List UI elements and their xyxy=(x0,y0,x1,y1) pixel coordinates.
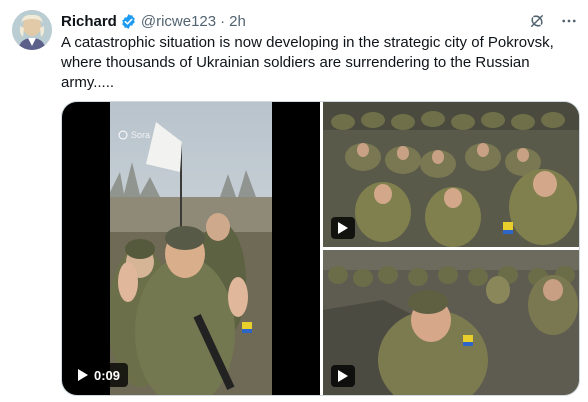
author-name[interactable]: Richard xyxy=(61,13,117,30)
grok-icon[interactable] xyxy=(528,12,546,30)
tweet-text: A catastrophic situation is now developi… xyxy=(61,34,554,91)
media-video-bottom[interactable] xyxy=(323,250,579,395)
video-thumbnail: Sora xyxy=(110,102,272,395)
avatar[interactable] xyxy=(12,10,52,50)
media-video-top[interactable] xyxy=(323,102,579,247)
play-button[interactable] xyxy=(331,217,355,239)
more-icon[interactable] xyxy=(560,12,578,30)
video-player[interactable]: Sora 0:09 xyxy=(62,102,320,395)
separator-dot: · xyxy=(220,12,226,30)
watermark: Sora xyxy=(118,130,150,140)
media-grid: Sora 0:09 xyxy=(61,101,580,396)
play-icon xyxy=(338,370,348,382)
video-duration-badge[interactable]: 0:09 xyxy=(70,363,129,387)
video-duration: 0:09 xyxy=(94,367,121,383)
header-actions xyxy=(528,12,578,30)
verified-badge-icon xyxy=(120,13,137,30)
play-button[interactable] xyxy=(331,365,355,387)
play-icon xyxy=(338,222,348,234)
tweet[interactable]: Richard @ricwe123 · 2h A catastrophic si… xyxy=(0,0,588,402)
timestamp[interactable]: 2h xyxy=(229,13,246,30)
watermark-label: Sora xyxy=(131,130,151,140)
play-icon xyxy=(78,369,88,381)
tweet-header: Richard @ricwe123 · 2h xyxy=(61,10,578,32)
author-handle[interactable]: @ricwe123 xyxy=(141,13,216,30)
